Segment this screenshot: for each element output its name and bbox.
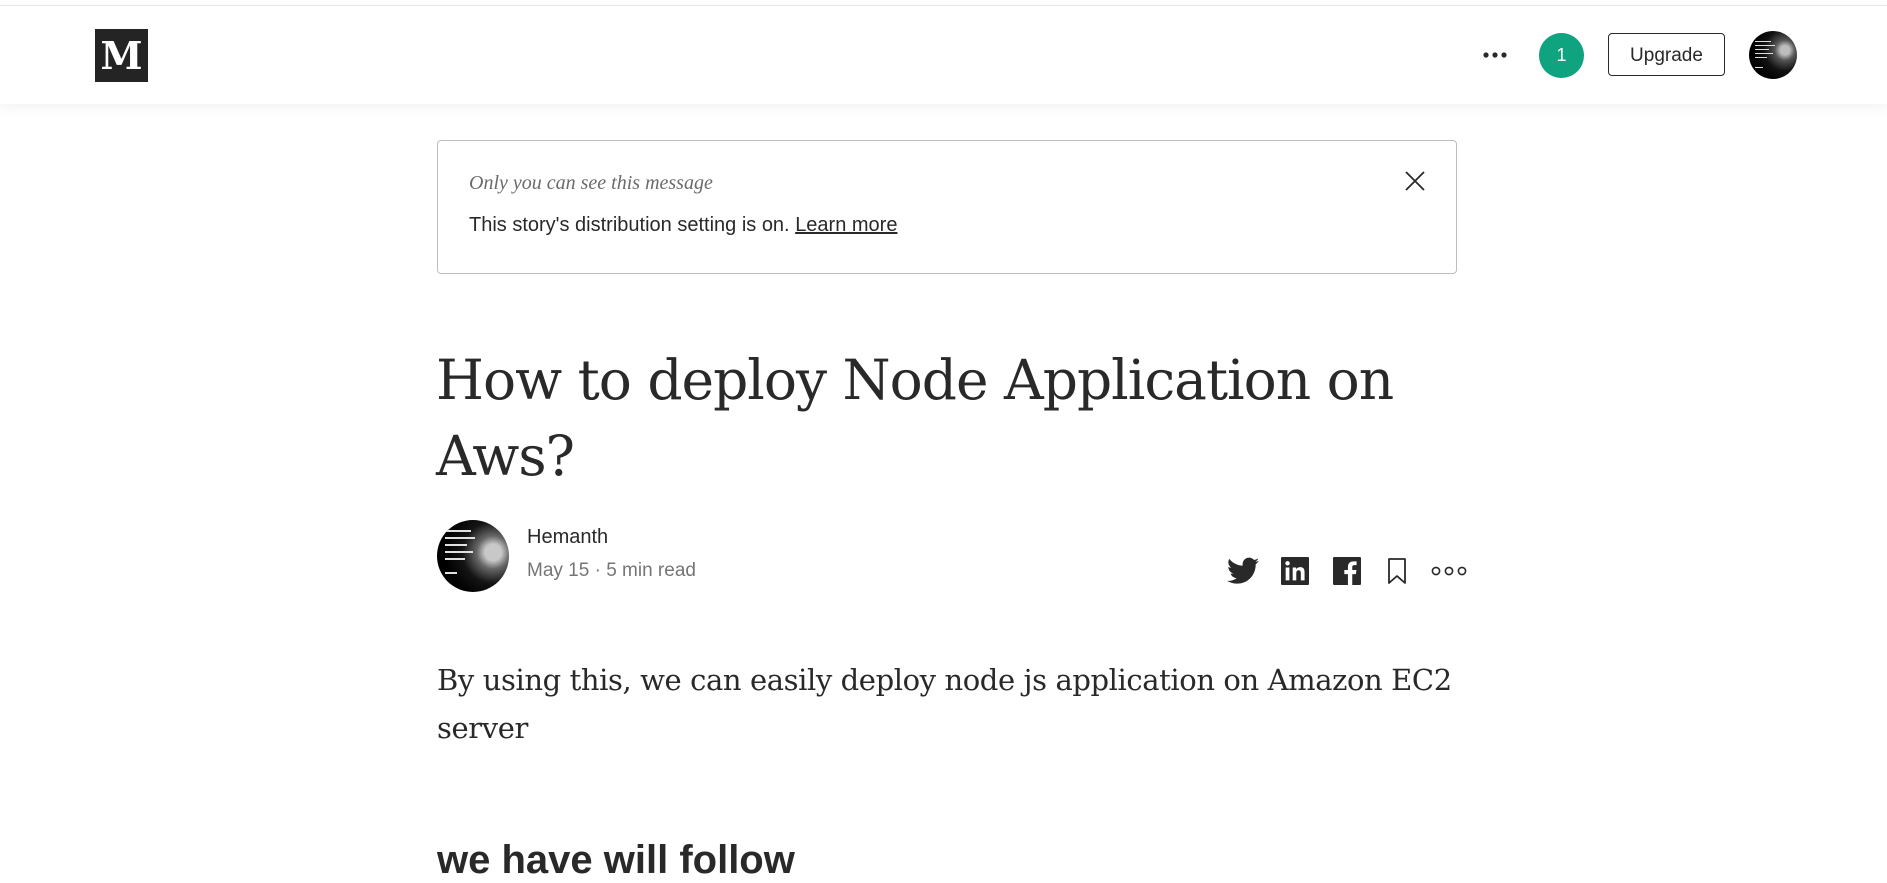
bookmark-icon[interactable]: [1380, 554, 1414, 588]
medium-logo[interactable]: M: [95, 29, 148, 82]
twitter-icon[interactable]: [1226, 554, 1260, 588]
article-intro: By using this, we can easily deploy node…: [437, 656, 1457, 752]
distribution-message-banner: Only you can see this message This story…: [437, 140, 1457, 274]
article-title: How to deploy Node Application on Aws?: [436, 342, 1456, 494]
author-avatar[interactable]: [437, 520, 509, 592]
article-intro-line-1: By using this, we can easily deploy node…: [437, 663, 1452, 697]
article-title-line-1: How to deploy Node Application on: [436, 348, 1394, 412]
banner-message-text: This story's distribution setting is on.: [469, 214, 790, 236]
article-meta: May 15 · 5 min read: [527, 560, 696, 581]
author-name[interactable]: Hemanth: [527, 526, 608, 549]
facebook-icon[interactable]: [1330, 554, 1364, 588]
article-intro-line-2: server: [437, 711, 528, 745]
user-avatar[interactable]: [1749, 31, 1797, 79]
header: M 1 Upgrade: [0, 6, 1887, 104]
article-title-line-2: Aws?: [436, 424, 575, 488]
upgrade-button[interactable]: Upgrade: [1608, 33, 1725, 76]
notification-badge[interactable]: 1: [1539, 33, 1584, 78]
next-section-heading: we have will follow: [437, 838, 795, 882]
private-message-note: Only you can see this message: [469, 172, 713, 194]
close-icon[interactable]: [1403, 169, 1427, 193]
learn-more-link[interactable]: Learn more: [795, 214, 897, 236]
more-horizontal-icon[interactable]: [1480, 40, 1510, 70]
linkedin-icon[interactable]: [1278, 554, 1312, 588]
more-options-icon[interactable]: [1430, 554, 1468, 588]
banner-message: This story's distribution setting is on.…: [469, 214, 897, 237]
